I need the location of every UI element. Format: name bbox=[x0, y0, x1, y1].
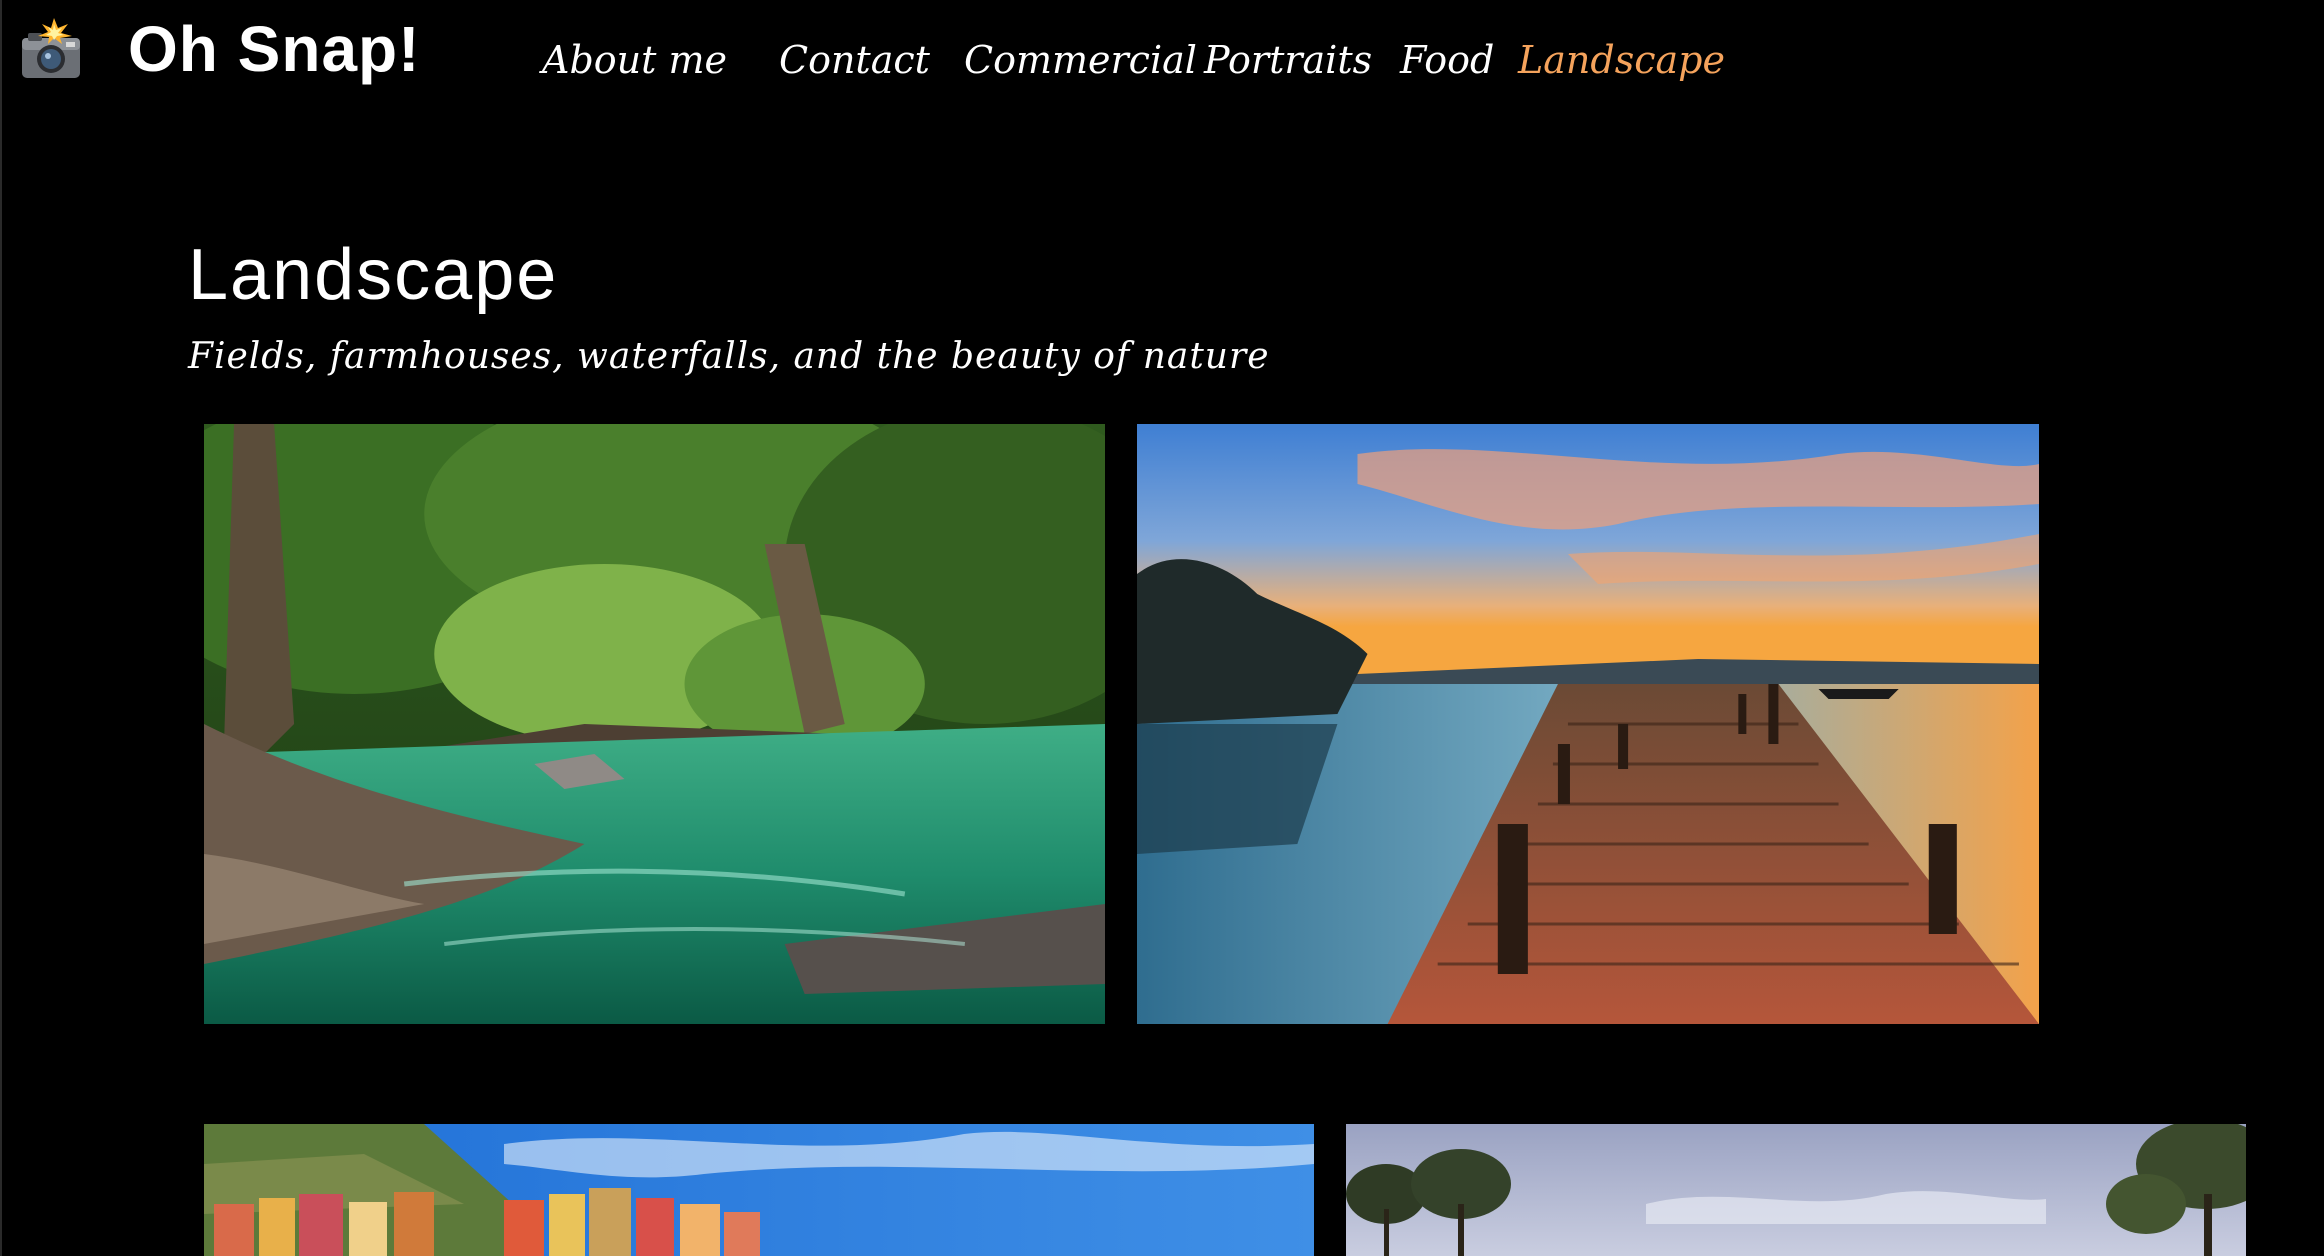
camera-flash-icon bbox=[22, 18, 80, 78]
nav-commercial[interactable]: Commercial bbox=[964, 34, 1197, 87]
nav-about-me[interactable]: About me bbox=[542, 34, 727, 87]
trees-sky-photo[interactable] bbox=[1346, 1124, 2246, 1256]
forest-river-photo[interactable] bbox=[204, 424, 1105, 1024]
brand-name: Oh Snap! bbox=[128, 13, 421, 85]
window-edge bbox=[0, 0, 2, 1256]
coastal-village-photo[interactable] bbox=[204, 1124, 1314, 1256]
lake-jetty-sunset-photo[interactable] bbox=[1137, 424, 2039, 1024]
nav-contact[interactable]: Contact bbox=[779, 34, 930, 87]
brand-home-link[interactable]: Oh Snap! bbox=[18, 14, 420, 84]
page-subtitle: Fields, farmhouses, waterfalls, and the … bbox=[188, 336, 1270, 377]
nav-portraits[interactable]: Portraits bbox=[1204, 34, 1372, 87]
nav-food[interactable]: Food bbox=[1400, 34, 1494, 87]
nav-landscape[interactable]: Landscape bbox=[1518, 34, 1725, 87]
page-title: Landscape bbox=[188, 235, 559, 315]
